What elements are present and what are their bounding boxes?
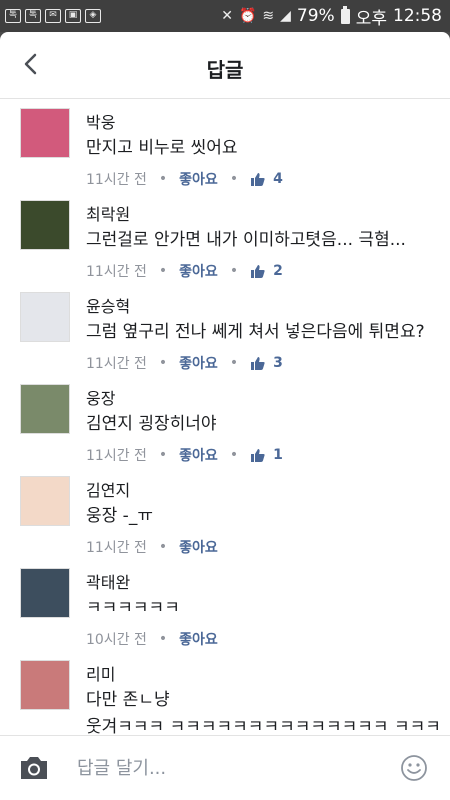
- like-button[interactable]: 좋아요: [179, 445, 218, 465]
- smiley-icon[interactable]: [400, 754, 428, 782]
- comment-author[interactable]: 윤승혁: [86, 293, 450, 317]
- thumbs-up-icon: [250, 264, 265, 278]
- composer-bar: [0, 735, 450, 800]
- reply-input[interactable]: [75, 756, 379, 780]
- comment-item: 리미 다만 존ㄴ냥 웃겨ㅋㅋㅋ ㅋㅋㅋㅋㅋㅋㅋㅋㅋㅋㅋㅋㅋㅋ ㅋㅋㅋ: [0, 650, 450, 734]
- comment-item: 곽태완 ㅋㅋㅋㅋㅋㅋ 10시간 전 • 좋아요: [0, 558, 450, 650]
- separator-dot: •: [229, 355, 239, 371]
- comment-time: 11시간 전: [86, 540, 147, 556]
- comment-text: 만지고 비누로 씻어요: [86, 138, 238, 158]
- status-bar: 톡 톡 ✉ ▣ ◈ ✕ ⏰ ≋ ◢ 79% 오후 12:58: [0, 0, 450, 32]
- page-title: 답글: [206, 58, 244, 82]
- separator-dot: •: [158, 447, 168, 463]
- camera-icon[interactable]: [18, 754, 50, 782]
- comment-text: 그럼 옆구리 전나 쎄게 쳐서 넣은다음에 튀면요?: [86, 322, 425, 342]
- app-icon: ◈: [85, 9, 101, 23]
- ampm-label: 오후: [355, 8, 387, 29]
- comment-body: 웅장 김연지 굉장히너야 11시간 전 • 좋아요 • 1: [86, 384, 450, 466]
- comment-body: 김연지 웅장 -_ㅠ 11시간 전 • 좋아요: [86, 476, 450, 558]
- like-button[interactable]: 좋아요: [179, 629, 218, 649]
- header: 답글: [0, 32, 450, 99]
- talk-icon: 톡: [5, 9, 21, 23]
- comment-author[interactable]: 곽태완: [86, 569, 450, 593]
- avatar[interactable]: [20, 660, 70, 710]
- separator-dot: •: [229, 263, 239, 279]
- comment-item: 웅장 김연지 굉장히너야 11시간 전 • 좋아요 • 1: [0, 374, 450, 466]
- comment-body: 곽태완 ㅋㅋㅋㅋㅋㅋ 10시간 전 • 좋아요: [86, 568, 450, 650]
- comment-item: 윤승혁 그럼 옆구리 전나 쎄게 쳐서 넣은다음에 튀면요? 11시간 전 • …: [0, 282, 450, 374]
- comment-text-continued: 웃겨ㅋㅋㅋ ㅋㅋㅋㅋㅋㅋㅋㅋㅋㅋㅋㅋㅋㅋ ㅋㅋㅋ: [86, 717, 441, 734]
- avatar[interactable]: [20, 108, 70, 158]
- comment-meta: 11시간 전 • 좋아요 • 4: [86, 168, 450, 190]
- like-count[interactable]: 2: [273, 263, 283, 279]
- avatar[interactable]: [20, 200, 70, 250]
- comment-author[interactable]: 웅장: [86, 385, 450, 409]
- separator-dot: •: [158, 631, 168, 647]
- like-count[interactable]: 1: [273, 447, 283, 463]
- separator-dot: •: [158, 355, 168, 371]
- comment-item: 김연지 웅장 -_ㅠ 11시간 전 • 좋아요: [0, 466, 450, 558]
- comment-item: 최락원 그런걸로 안가면 내가 이미하고텻음... 극혐... 11시간 전 •…: [0, 190, 450, 282]
- separator-dot: •: [229, 171, 239, 187]
- separator-dot: •: [158, 539, 168, 555]
- separator-dot: •: [158, 263, 168, 279]
- comment-text: 그런걸로 안가면 내가 이미하고텻음... 극혐...: [86, 230, 406, 250]
- like-count[interactable]: 3: [273, 355, 283, 371]
- comment-body: 윤승혁 그럼 옆구리 전나 쎄게 쳐서 넣은다음에 튀면요? 11시간 전 • …: [86, 292, 450, 374]
- comment-meta: 10시간 전 • 좋아요: [86, 628, 450, 650]
- avatar[interactable]: [20, 476, 70, 526]
- signal-icon: ◢: [280, 8, 291, 24]
- comment-text: ㅋㅋㅋㅋㅋㅋ: [86, 598, 180, 618]
- comment-body: 박웅 만지고 비누로 씻어요 11시간 전 • 좋아요 • 4: [86, 108, 450, 190]
- comment-body: 최락원 그런걸로 안가면 내가 이미하고텻음... 극혐... 11시간 전 •…: [86, 200, 450, 282]
- mail-icon: ✉: [45, 9, 61, 23]
- battery-percent: 79%: [296, 6, 335, 26]
- battery-icon: [340, 5, 350, 24]
- comment-time: 10시간 전: [86, 632, 147, 648]
- like-button[interactable]: 좋아요: [179, 261, 218, 281]
- alarm-icon: ⏰: [238, 8, 257, 24]
- avatar[interactable]: [20, 384, 70, 434]
- comment-text: 웅장 -_ㅠ: [86, 506, 153, 526]
- thumbs-up-icon: [250, 356, 265, 370]
- comment-meta: 11시간 전 • 좋아요: [86, 536, 450, 558]
- comment-author[interactable]: 리미: [86, 661, 450, 685]
- comment-time: 11시간 전: [86, 448, 147, 464]
- comment-time: 11시간 전: [86, 264, 147, 280]
- clock: 12:58: [393, 6, 442, 26]
- mute-icon: ✕: [221, 8, 233, 24]
- comment-time: 11시간 전: [86, 356, 147, 372]
- like-button[interactable]: 좋아요: [179, 169, 218, 189]
- comment-time: 11시간 전: [86, 172, 147, 188]
- thumbs-up-icon: [250, 172, 265, 186]
- comment-author[interactable]: 최락원: [86, 201, 450, 225]
- like-button[interactable]: 좋아요: [179, 353, 218, 373]
- like-button[interactable]: 좋아요: [179, 537, 218, 557]
- thumbs-up-icon: [250, 448, 265, 462]
- comment-item: 박웅 만지고 비누로 씻어요 11시간 전 • 좋아요 • 4: [0, 98, 450, 190]
- comment-text: 김연지 굉장히너야: [86, 414, 217, 434]
- replies-sheet: 답글 박웅 만지고 비누로 씻어요 11시간 전 • 좋아요 • 4 최락원 그…: [0, 32, 450, 800]
- comment-meta: 11시간 전 • 좋아요 • 1: [86, 444, 450, 466]
- comment-meta: 11시간 전 • 좋아요 • 2: [86, 260, 450, 282]
- talk-icon: 톡: [25, 9, 41, 23]
- comment-author[interactable]: 김연지: [86, 477, 450, 501]
- comment-text: 다만 존ㄴ냥: [86, 690, 170, 710]
- avatar[interactable]: [20, 568, 70, 618]
- separator-dot: •: [229, 447, 239, 463]
- wifi-icon: ≋: [262, 8, 275, 24]
- notification-icons: 톡 톡 ✉ ▣ ◈: [0, 9, 101, 23]
- comment-list[interactable]: 박웅 만지고 비누로 씻어요 11시간 전 • 좋아요 • 4 최락원 그런걸로…: [0, 98, 450, 734]
- comment-meta: 11시간 전 • 좋아요 • 3: [86, 352, 450, 374]
- comment-author[interactable]: 박웅: [86, 109, 450, 133]
- avatar[interactable]: [20, 292, 70, 342]
- separator-dot: •: [158, 171, 168, 187]
- image-icon: ▣: [65, 9, 81, 23]
- comment-body: 리미 다만 존ㄴ냥 웃겨ㅋㅋㅋ ㅋㅋㅋㅋㅋㅋㅋㅋㅋㅋㅋㅋㅋㅋ ㅋㅋㅋ: [86, 660, 450, 734]
- like-count[interactable]: 4: [273, 171, 283, 187]
